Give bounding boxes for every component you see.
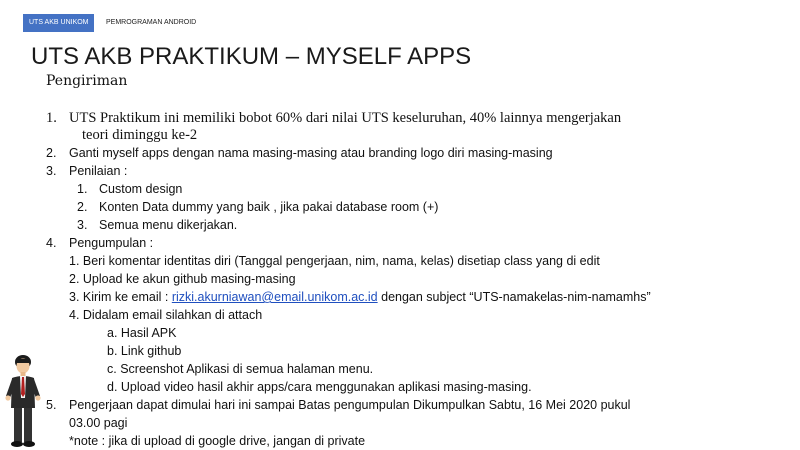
email-link[interactable]: rizki.akurniawan@email.unikom.ac.id — [172, 290, 378, 304]
presenter-figure-illustration — [5, 355, 41, 447]
item-3-sub-2-number: 2. — [77, 200, 88, 214]
item-3-sub-3-number: 3. — [77, 218, 88, 232]
item-3-sub-3-text: Semua menu dikerjakan. — [99, 218, 238, 232]
attach-item-a: a. Hasil APK — [107, 326, 177, 340]
attach-item-c: c. Screenshot Aplikasi di semua halaman … — [107, 362, 374, 376]
slide-subtitle: Pengiriman — [46, 73, 128, 89]
item-4-sub-1: 1. Beri komentar identitas diri (Tanggal… — [69, 254, 600, 268]
attach-item-d: d. Upload video hasil akhir apps/cara me… — [107, 380, 532, 394]
item-3-sub-1-text: Custom design — [99, 182, 183, 196]
slide-title: UTS AKB PRAKTIKUM – MYSELF APPS — [31, 43, 472, 70]
course-name: PEMROGRAMAN ANDROID — [106, 19, 197, 26]
item-3-number: 3. — [46, 164, 57, 178]
item-5-number: 5. — [46, 398, 57, 412]
item-3-sub-2-text: Konten Data dummy yang baik , jika pakai… — [99, 200, 439, 214]
item-5-text: Pengerjaan dapat dimulai hari ini sampai… — [69, 398, 631, 412]
item-5-text-cont: 03.00 pagi — [69, 416, 128, 430]
item-4-sub-3-prefix: 3. Kirim ke email : — [69, 290, 172, 304]
item-4-number: 4. — [46, 236, 57, 250]
course-badge: UTS AKB UNIKOM — [23, 14, 94, 32]
item-4-sub-3: 3. Kirim ke email : rizki.akurniawan@ema… — [69, 288, 651, 306]
item-1-text-cont: teori diminggu ke-2 — [82, 127, 198, 143]
item-2-text: Ganti myself apps dengan nama masing-mas… — [69, 146, 553, 160]
item-4-sub-3-suffix: dengan subject “UTS-namakelas-nim-namamh… — [377, 290, 651, 304]
item-3-sub-1-number: 1. — [77, 182, 88, 196]
item-1-number: 1. — [46, 110, 57, 126]
item-4-sub-2: 2. Upload ke akun github masing-masing — [69, 272, 296, 286]
slide: UTS AKB UNIKOM PEMROGRAMAN ANDROID UTS A… — [0, 0, 800, 450]
item-1-text: UTS Praktikum ini memiliki bobot 60% dar… — [69, 110, 622, 126]
item-4-sub-4: 4. Didalam email silahkan di attach — [69, 308, 263, 322]
item-2-number: 2. — [46, 146, 57, 160]
item-3-text: Penilaian : — [69, 164, 128, 178]
attach-item-b: b. Link github — [107, 344, 182, 358]
item-4-text: Pengumpulan : — [69, 236, 154, 250]
note-text: *note : jika di upload di google drive, … — [69, 434, 366, 448]
